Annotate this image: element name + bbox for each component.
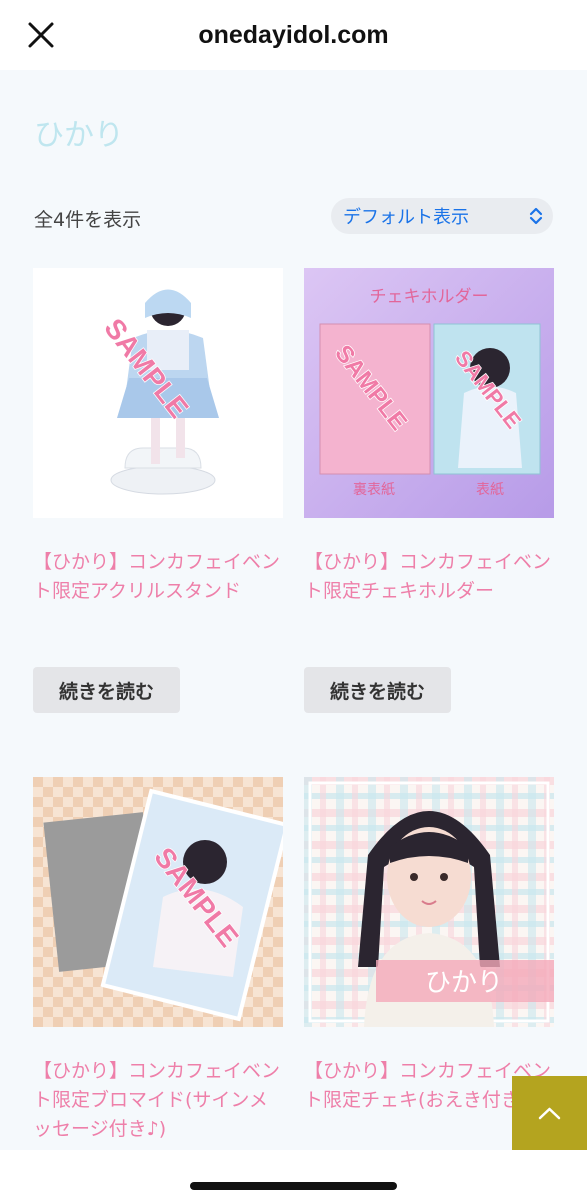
chevron-up-icon xyxy=(538,1107,561,1120)
back-cover-label: 裏表紙 xyxy=(353,481,395,498)
page-title: ひかり xyxy=(34,118,124,153)
product-title[interactable]: 【ひかり】コンカフェイベント限定ブロマイド(サインメッセージ付き♪) xyxy=(33,1057,283,1144)
read-more-button[interactable]: 続きを読む xyxy=(304,667,451,713)
site-url: onedayidol.com xyxy=(198,20,389,49)
scroll-to-top-button[interactable] xyxy=(512,1076,587,1150)
top-bar: onedayidol.com xyxy=(0,0,587,70)
close-icon xyxy=(28,22,54,48)
sort-arrows-icon xyxy=(529,207,543,225)
bottom-safe-area xyxy=(0,1150,587,1200)
product-title[interactable]: 【ひかり】コンカフェイベント限定チェキホルダー xyxy=(304,548,554,606)
name-label: ひかり xyxy=(425,968,503,998)
product-title[interactable]: 【ひかり】コンカフェイベント限定アクリルスタンド xyxy=(33,548,283,606)
home-indicator[interactable] xyxy=(190,1182,397,1190)
product-image-cheki[interactable]: ひかり xyxy=(304,777,554,1027)
close-button[interactable] xyxy=(26,20,56,50)
product-image-bromide[interactable]: SAMPLE xyxy=(33,777,283,1027)
bromide-illustration: SAMPLE xyxy=(33,777,283,1027)
sort-select[interactable]: デフォルト表示 xyxy=(331,198,553,234)
cheki-holder-illustration: チェキホルダー 裏表紙 表紙 SAMPLE SAMPLE xyxy=(304,268,554,518)
read-more-button[interactable]: 続きを読む xyxy=(33,667,180,713)
result-count: 全4件を表示 xyxy=(34,209,142,231)
product-image-acrylic-stand[interactable]: SAMPLE xyxy=(33,268,283,518)
product-image-cheki-holder[interactable]: チェキホルダー 裏表紙 表紙 SAMPLE SAMPLE xyxy=(304,268,554,518)
cheki-illustration: ひかり xyxy=(304,777,554,1027)
sort-select-value: デフォルト表示 xyxy=(343,207,469,228)
front-cover-label: 表紙 xyxy=(476,482,504,498)
holder-header-text: チェキホルダー xyxy=(370,287,489,307)
watermark-text: SAMPLE xyxy=(98,313,194,424)
